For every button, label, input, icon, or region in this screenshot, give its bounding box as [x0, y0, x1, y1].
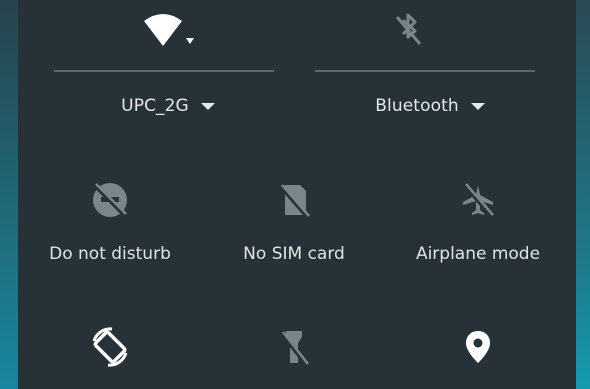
bluetooth-dropdown[interactable]: Bluetooth — [350, 93, 510, 119]
no-sim-label: No SIM card — [243, 244, 345, 264]
bluetooth-tile[interactable] — [383, 12, 433, 52]
wifi-network-dropdown[interactable]: UPC_2G — [88, 93, 248, 119]
bluetooth-label: Bluetooth — [375, 96, 459, 116]
wifi-tile[interactable] — [128, 10, 208, 52]
no-sim-icon — [279, 184, 310, 219]
chevron-down-icon — [200, 102, 215, 110]
wallpaper-left-edge — [0, 0, 18, 389]
airplane-mode-label: Airplane mode — [415, 244, 541, 264]
airplane-mode-tile[interactable] — [448, 180, 508, 224]
flashlight-tile[interactable] — [264, 325, 324, 369]
bluetooth-off-icon — [395, 13, 422, 45]
wallpaper-right-edge — [576, 0, 590, 389]
do-not-disturb-tile[interactable] — [80, 180, 140, 224]
location-icon — [466, 331, 490, 363]
wifi-divider — [54, 70, 274, 72]
quick-settings-panel: UPC_2G Bluetooth Do not disturb No SIM c… — [18, 0, 576, 389]
location-tile[interactable] — [448, 325, 508, 369]
no-sim-tile[interactable] — [264, 180, 324, 224]
do-not-disturb-off-icon — [93, 183, 127, 217]
auto-rotate-tile[interactable] — [80, 325, 140, 369]
bluetooth-divider — [315, 70, 535, 72]
flashlight-off-icon — [280, 331, 309, 367]
auto-rotate-icon — [92, 327, 128, 367]
do-not-disturb-label: Do not disturb — [49, 244, 171, 264]
chevron-down-icon — [470, 102, 485, 110]
airplane-icon — [463, 183, 494, 218]
wifi-icon — [144, 14, 194, 46]
wifi-network-name: UPC_2G — [121, 96, 189, 116]
